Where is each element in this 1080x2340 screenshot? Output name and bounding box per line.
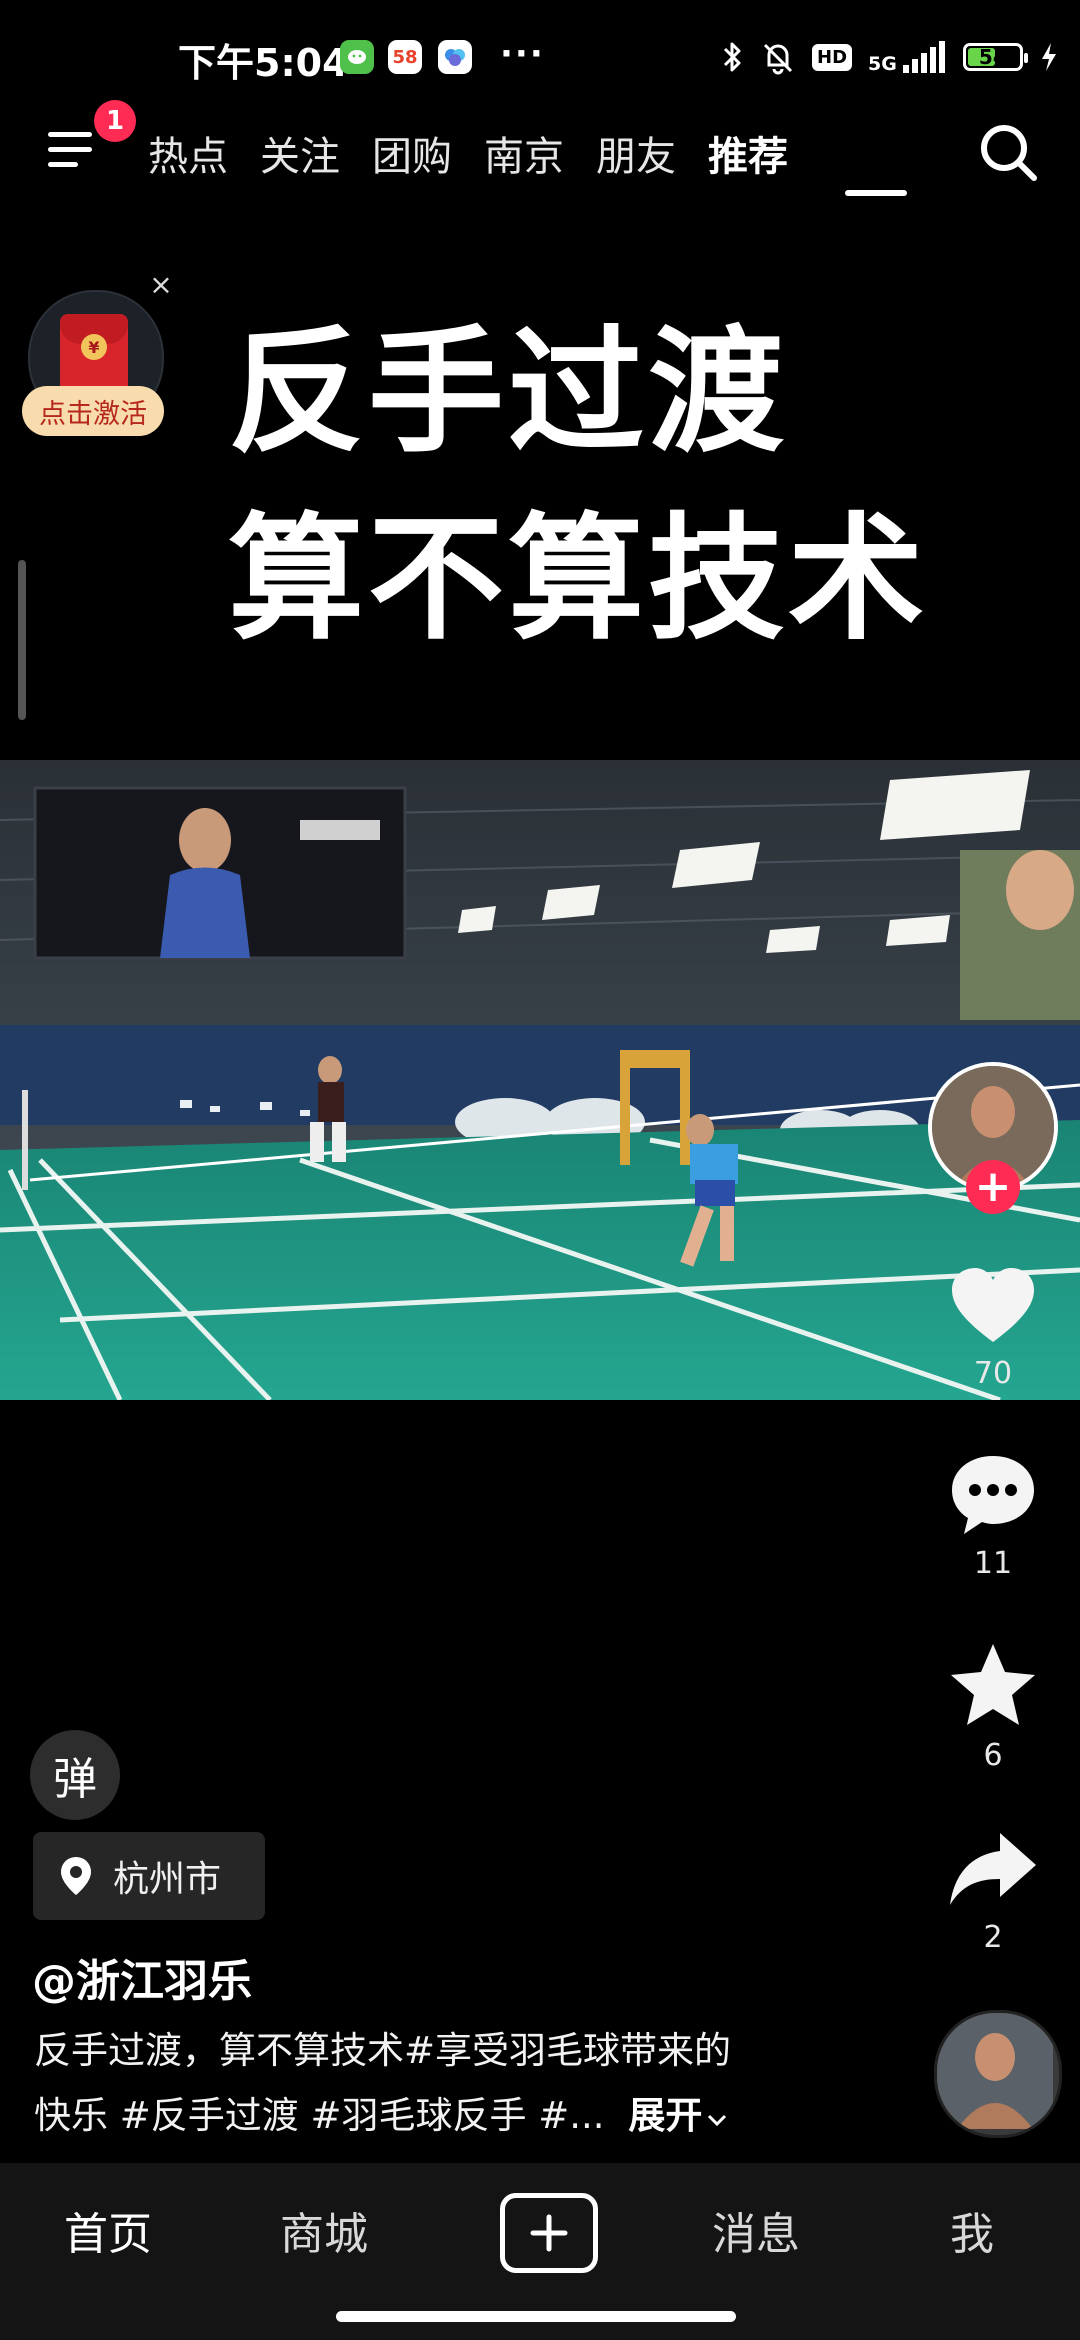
like-count: 70 bbox=[973, 1356, 1013, 1391]
tab-friends[interactable]: 朋友 bbox=[596, 124, 676, 182]
coin-icon: ¥ bbox=[81, 334, 107, 360]
caption-line-2-text: 快乐 #反手过渡 #羽毛球反手 #... bbox=[34, 2094, 605, 2137]
chevron-down-icon bbox=[708, 2114, 727, 2127]
signal-group: 5G bbox=[868, 41, 947, 75]
scroll-indicator bbox=[18, 560, 26, 720]
expand-label: 展开 bbox=[628, 2094, 703, 2137]
tab-following[interactable]: 关注 bbox=[260, 124, 340, 182]
tab-hot[interactable]: 热点 bbox=[148, 124, 228, 182]
comment-icon bbox=[952, 1456, 1034, 1534]
more-notifications-icon: ··· bbox=[500, 34, 545, 74]
menu-icon-line bbox=[48, 147, 92, 152]
nav-mall[interactable]: 商城 bbox=[280, 2198, 368, 2262]
expand-caption-button[interactable]: 展开 bbox=[628, 2094, 728, 2137]
red-packet-close-icon[interactable]: × bbox=[146, 270, 176, 300]
top-tabs: ​ 热点 关注 团购 南京 朋友 推荐 bbox=[138, 118, 804, 188]
charging-icon bbox=[1041, 43, 1056, 71]
share-icon bbox=[950, 1833, 1036, 1905]
tab-nanjing[interactable]: 南京 bbox=[484, 124, 564, 182]
battery-indicator: 54 bbox=[962, 43, 1028, 71]
menu-button[interactable] bbox=[40, 120, 100, 180]
caption-line-1: 反手过渡，算不算技术#享受羽毛球带来的 bbox=[34, 2029, 732, 2072]
network-type-label: 5G bbox=[868, 53, 897, 75]
plus-icon bbox=[530, 2214, 568, 2252]
cloud-app-icon bbox=[438, 40, 472, 74]
follow-button[interactable]: + bbox=[966, 1160, 1020, 1214]
wechat-app-icon bbox=[340, 40, 374, 74]
red-packet-activate-label[interactable]: 点击激活 bbox=[22, 386, 164, 436]
search-button[interactable] bbox=[974, 118, 1044, 188]
active-tab-underline bbox=[845, 190, 907, 196]
home-indicator[interactable] bbox=[336, 2311, 736, 2322]
hd-badge: HD bbox=[812, 43, 853, 71]
star-icon bbox=[951, 1644, 1035, 1725]
heart-icon bbox=[952, 1268, 1034, 1342]
search-icon bbox=[981, 125, 1037, 181]
mute-bell-icon bbox=[763, 43, 793, 75]
tab-partial[interactable]: ​ bbox=[108, 130, 116, 176]
location-text: 杭州市 bbox=[113, 1859, 222, 1900]
badminton-court-scene bbox=[0, 760, 1080, 1400]
app-58-icon: 58 bbox=[388, 40, 422, 74]
menu-icon-line bbox=[48, 162, 78, 167]
video-title-line-1: 反手过渡 bbox=[228, 314, 788, 472]
status-bar: 下午5:04 58 ··· HD 5G 54 bbox=[0, 0, 1080, 110]
nav-home[interactable]: 首页 bbox=[64, 2198, 152, 2262]
battery-level: 54 bbox=[978, 45, 1007, 69]
create-post-button[interactable] bbox=[500, 2193, 598, 2273]
tab-group-buy[interactable]: 团购 bbox=[372, 124, 452, 182]
favorite-count: 6 bbox=[983, 1738, 1003, 1773]
red-packet-widget[interactable]: ¥ 点击激活 bbox=[22, 290, 167, 445]
favorite-button[interactable] bbox=[948, 1640, 1038, 1730]
share-count: 2 bbox=[983, 1920, 1003, 1955]
caption-line-2: 快乐 #反手过渡 #羽毛球反手 #... 展开 bbox=[34, 2085, 728, 2139]
share-button[interactable] bbox=[948, 1825, 1038, 1915]
nav-me[interactable]: 我 bbox=[950, 2198, 994, 2262]
location-pin-icon bbox=[61, 1857, 91, 1895]
tab-recommended[interactable]: 推荐 bbox=[708, 124, 788, 182]
video-frame[interactable] bbox=[0, 760, 1080, 1400]
like-button[interactable] bbox=[948, 1262, 1038, 1352]
music-disc-image bbox=[937, 2013, 1053, 2129]
comment-button[interactable] bbox=[948, 1450, 1038, 1540]
author-name[interactable]: @浙江羽乐 bbox=[32, 1945, 252, 2009]
music-disc[interactable] bbox=[934, 2010, 1062, 2138]
status-right-group: HD 5G 54 bbox=[720, 32, 1059, 82]
comment-count: 11 bbox=[973, 1546, 1013, 1581]
bluetooth-icon bbox=[723, 42, 741, 72]
video-title-line-2: 算不算技术 bbox=[228, 501, 928, 659]
location-chip[interactable]: 杭州市 bbox=[33, 1832, 265, 1920]
status-time: 下午5:04 bbox=[178, 41, 349, 85]
danmu-toggle-button[interactable]: 弹 bbox=[30, 1730, 120, 1820]
nav-messages[interactable]: 消息 bbox=[712, 2198, 800, 2262]
signal-bars-icon bbox=[902, 41, 945, 73]
menu-icon bbox=[48, 132, 92, 137]
